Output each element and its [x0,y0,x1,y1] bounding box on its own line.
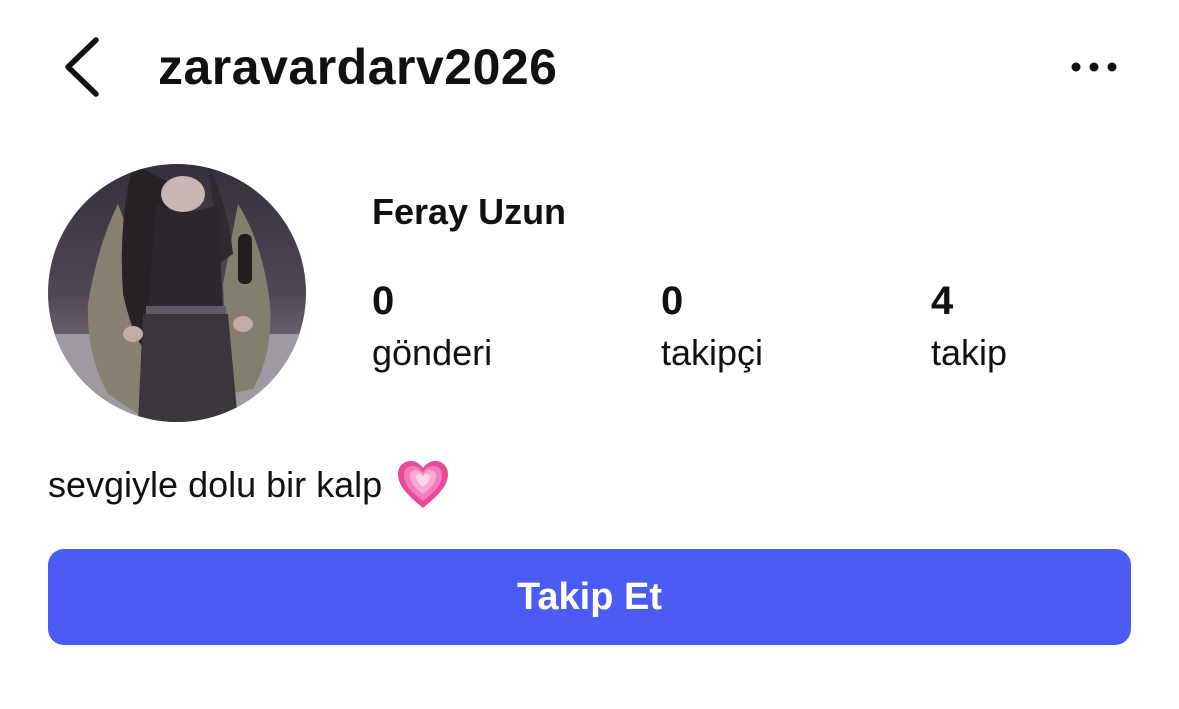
chevron-left-icon [65,37,99,97]
profile-display-name: Feray Uzun [372,191,567,232]
stat-following-label: takip [931,332,1008,373]
stat-followers-label: takipçi [661,332,764,373]
stat-following-value: 4 [931,279,954,323]
stat-posts-value: 0 [372,279,395,323]
follow-button[interactable]: Takip Et [48,549,1131,645]
ellipsis-icon [1071,62,1117,72]
stat-following[interactable]: 4 takip [931,278,1007,376]
stat-posts-label: gönderi [372,332,493,373]
stat-posts[interactable]: 0 gönderi [372,278,492,376]
stat-followers-value: 0 [661,279,684,323]
back-button[interactable] [58,34,108,100]
growing-heart-icon [396,460,450,510]
avatar-photo [48,164,306,422]
profile-bio: sevgiyle dolu bir kalp [48,460,450,510]
more-options-button[interactable] [1066,50,1122,84]
avatar[interactable] [48,164,306,422]
bio-text: sevgiyle dolu bir kalp [48,464,383,505]
stat-followers[interactable]: 0 takipçi [661,278,763,376]
profile-username: zaravardarv2026 [158,39,558,95]
